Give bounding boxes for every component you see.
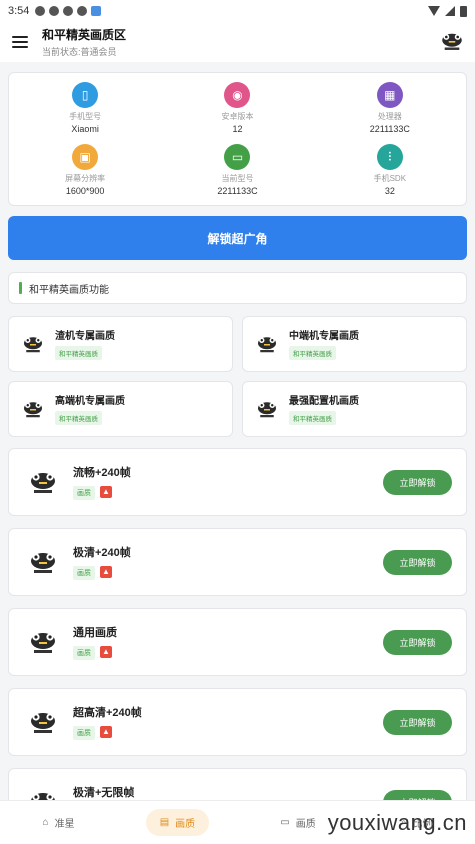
home-icon: ⌂	[42, 817, 49, 828]
game-pad-icon	[21, 332, 45, 356]
telegram-icon	[49, 6, 60, 16]
fire-icon: ▲	[100, 486, 112, 498]
quality-list-tag: 画质	[73, 566, 95, 580]
quality-list-item: 通用画质 画质 ▲ 立即解锁	[8, 608, 467, 676]
page-title: 和平精英画质区	[42, 28, 127, 42]
battery-status-icon	[460, 5, 467, 17]
nav-item-label: 画质	[295, 819, 316, 830]
unlock-now-button[interactable]: 立即解锁	[383, 629, 452, 655]
section-accent	[19, 282, 22, 294]
notification-icon	[35, 6, 46, 16]
cpu-icon: ▦	[376, 82, 403, 108]
device-info-card: ▯ 手机型号 Xiaomi ◉ 安卓版本 12 ▦ 处理器 2211133C ▣ 屏幕…	[8, 72, 467, 206]
device-info-item: ⫶ 手机SDK 32	[314, 144, 466, 206]
quality-grid-item[interactable]: 中端机专属画质 和平精英画质	[242, 316, 467, 372]
quality-list-title: 通用画质	[73, 627, 117, 639]
device-info-item: ▦ 处理器 2211133C	[314, 82, 466, 144]
section-header: 和平精英画质功能	[8, 272, 467, 304]
status-time: 3:54	[8, 5, 30, 17]
app-bar: 和平精英画质区 当前状态:普通会员	[0, 22, 475, 62]
phone-icon: ▯	[72, 82, 99, 108]
device-info-value: 1600*900	[65, 186, 105, 196]
device-info-label: 手机SDK	[373, 174, 407, 183]
quality-grid-item[interactable]: 渣机专属画质 和平精英画质	[8, 316, 233, 372]
status-bar: 3:54	[0, 0, 475, 22]
nav-item[interactable]: ▤ 画质	[145, 809, 210, 836]
screen-icon: ▣	[72, 144, 99, 170]
signal-icon	[445, 6, 455, 16]
device-info-label: 处理器	[377, 112, 402, 121]
quality-list-item: 超高清+240帧 画质 ▲ 立即解锁	[8, 688, 467, 756]
quality-list-title: 极清+240帧	[73, 547, 131, 559]
unlock-now-button[interactable]: 立即解锁	[383, 709, 452, 735]
avatar[interactable]	[439, 28, 465, 54]
quality-list-tag: 画质	[73, 486, 95, 500]
quality-grid-tag: 和平精英画质	[55, 411, 102, 425]
monitor-icon: ▭	[280, 817, 290, 828]
quality-list-tag: 画质	[73, 726, 95, 740]
quality-grid-title: 最强配置机画质	[289, 396, 359, 407]
unlock-wide-angle-button[interactable]: 解锁超广角	[8, 216, 467, 260]
game-pad-icon	[28, 547, 58, 577]
quality-grid-item[interactable]: 高端机专属画质 和平精英画质	[8, 381, 233, 437]
quality-grid-tag: 和平精英画质	[289, 346, 336, 360]
device-info-item: ▣ 屏幕分辨率 1600*900	[9, 144, 161, 206]
section-title: 和平精英画质功能	[29, 284, 109, 296]
watermark: youxiwang.cn	[327, 810, 467, 835]
sliders-icon: ⫶	[376, 144, 403, 170]
notification-icon	[63, 6, 74, 16]
device-info-value: 2211133C	[369, 124, 410, 134]
quality-grid-tag: 和平精英画质	[289, 411, 336, 425]
game-pad-icon	[28, 467, 58, 497]
device-info-item: ◉ 安卓版本 12	[161, 82, 313, 144]
nav-item[interactable]: ▭ 画质	[266, 809, 329, 836]
quality-grid-title: 中端机专属画质	[289, 331, 359, 342]
quality-list-title: 流畅+240帧	[73, 467, 131, 479]
game-pad-icon	[28, 707, 58, 737]
unlock-now-button[interactable]: 立即解锁	[383, 549, 452, 575]
quality-list-item: 流畅+240帧 画质 ▲ 立即解锁	[8, 448, 467, 516]
android-icon: ◉	[224, 82, 251, 108]
device-info-value: Xiaomi	[71, 124, 99, 134]
device-info-item: ▯ 手机型号 Xiaomi	[9, 82, 161, 144]
nav-item-label: 准星	[54, 819, 75, 830]
quality-list-title: 极清+无限帧	[73, 787, 135, 799]
menu-icon[interactable]	[12, 36, 28, 48]
wifi-icon	[428, 6, 440, 16]
battery-icon: ▭	[224, 144, 251, 170]
game-pad-icon	[21, 397, 45, 421]
device-info-item: ▭ 当前型号 2211133C	[161, 144, 313, 206]
fire-icon: ▲	[100, 566, 112, 578]
nav-item-label: 画质	[175, 819, 196, 830]
game-pad-icon	[255, 397, 279, 421]
fire-icon: ▲	[100, 726, 112, 738]
device-info-value: 32	[384, 186, 395, 196]
device-info-label: 手机型号	[69, 112, 102, 121]
quality-list-tag: 画质	[73, 646, 95, 660]
cat-icon	[77, 6, 88, 16]
box-icon: ▤	[159, 817, 170, 828]
unlock-now-button[interactable]: 立即解锁	[383, 469, 452, 495]
fire-icon: ▲	[100, 646, 112, 658]
quality-grid-title: 高端机专属画质	[55, 396, 125, 407]
quality-grid-title: 渣机专属画质	[55, 331, 115, 342]
quality-grid-item[interactable]: 最强配置机画质 和平精英画质	[242, 381, 467, 437]
device-info-label: 安卓版本	[221, 112, 254, 121]
app-notification-icon	[91, 6, 102, 16]
device-info-value: 12	[232, 124, 243, 134]
device-info-label: 屏幕分辨率	[65, 174, 106, 183]
device-info-value: 2211133C	[217, 186, 258, 196]
quality-list-title: 超高清+240帧	[73, 707, 142, 719]
quality-list-item: 极清+240帧 画质 ▲ 立即解锁	[8, 528, 467, 596]
membership-status: 当前状态:普通会员	[42, 47, 117, 57]
nav-item[interactable]: ⌂ 准星	[29, 809, 89, 836]
device-info-label: 当前型号	[221, 174, 254, 183]
game-pad-icon	[255, 332, 279, 356]
quality-grid-tag: 和平精英画质	[55, 346, 102, 360]
game-pad-icon	[28, 627, 58, 657]
